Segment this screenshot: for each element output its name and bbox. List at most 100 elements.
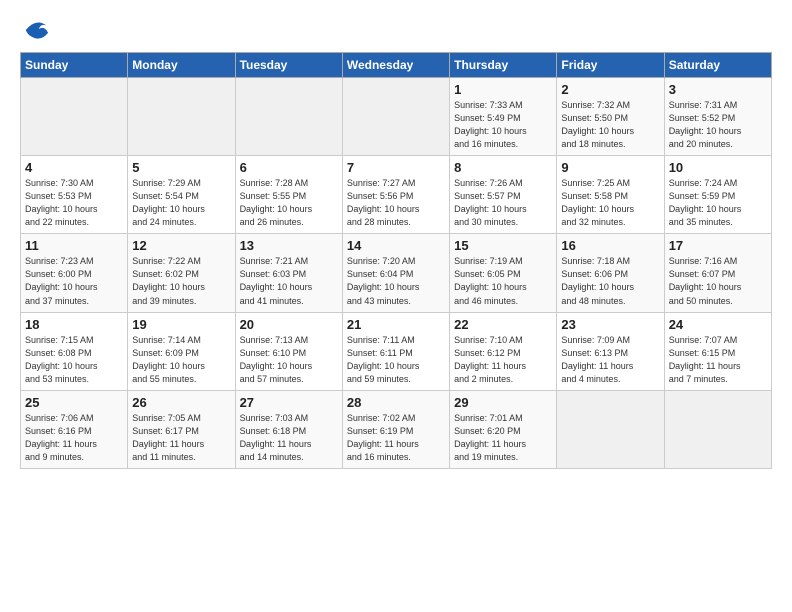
day-cell: 11 Sunrise: 7:23 AM Sunset: 6:00 PM Dayli… <box>21 234 128 312</box>
day-cell: 15 Sunrise: 7:19 AM Sunset: 6:05 PM Dayli… <box>450 234 557 312</box>
day-number: 25 <box>25 395 123 410</box>
day-cell: 23 Sunrise: 7:09 AM Sunset: 6:13 PM Dayli… <box>557 312 664 390</box>
day-cell <box>21 78 128 156</box>
day-info: Sunrise: 7:07 AM Sunset: 6:15 PM Dayligh… <box>669 334 767 386</box>
day-cell: 10Sunrise: 7:24 AM Sunset: 5:59 PM Dayli… <box>664 156 771 234</box>
calendar-header-row: SundayMondayTuesdayWednesdayThursdayFrid… <box>21 53 772 78</box>
calendar-table: SundayMondayTuesdayWednesdayThursdayFrid… <box>20 52 772 469</box>
day-info: Sunrise: 7:19 AM Sunset: 6:05 PM Dayligh… <box>454 255 552 307</box>
day-cell: 1 Sunrise: 7:33 AM Sunset: 5:49 PM Daylig… <box>450 78 557 156</box>
day-number: 10 <box>669 160 767 175</box>
col-header-sunday: Sunday <box>21 53 128 78</box>
day-number: 11 <box>25 238 123 253</box>
day-cell: 2 Sunrise: 7:32 AM Sunset: 5:50 PM Daylig… <box>557 78 664 156</box>
day-info: Sunrise: 7:29 AM Sunset: 5:54 PM Dayligh… <box>132 177 230 229</box>
col-header-friday: Friday <box>557 53 664 78</box>
day-number: 8 <box>454 160 552 175</box>
week-row-5: 25Sunrise: 7:06 AM Sunset: 6:16 PM Dayli… <box>21 390 772 468</box>
day-cell: 17Sunrise: 7:16 AM Sunset: 6:07 PM Dayli… <box>664 234 771 312</box>
calendar-container: SundayMondayTuesdayWednesdayThursdayFrid… <box>0 0 792 479</box>
day-info: Sunrise: 7:13 AM Sunset: 6:10 PM Dayligh… <box>240 334 338 386</box>
day-info: Sunrise: 7:27 AM Sunset: 5:56 PM Dayligh… <box>347 177 445 229</box>
col-header-monday: Monday <box>128 53 235 78</box>
day-cell: 26 Sunrise: 7:05 AM Sunset: 6:17 PM Dayli… <box>128 390 235 468</box>
day-number: 21 <box>347 317 445 332</box>
day-number: 26 <box>132 395 230 410</box>
day-info: Sunrise: 7:31 AM Sunset: 5:52 PM Dayligh… <box>669 99 767 151</box>
day-info: Sunrise: 7:33 AM Sunset: 5:49 PM Dayligh… <box>454 99 552 151</box>
day-number: 23 <box>561 317 659 332</box>
day-number: 24 <box>669 317 767 332</box>
day-cell <box>664 390 771 468</box>
day-cell: 22Sunrise: 7:10 AM Sunset: 6:12 PM Dayli… <box>450 312 557 390</box>
day-info: Sunrise: 7:32 AM Sunset: 5:50 PM Dayligh… <box>561 99 659 151</box>
day-cell: 7 Sunrise: 7:27 AM Sunset: 5:56 PM Daylig… <box>342 156 449 234</box>
day-cell <box>342 78 449 156</box>
day-info: Sunrise: 7:16 AM Sunset: 6:07 PM Dayligh… <box>669 255 767 307</box>
day-number: 3 <box>669 82 767 97</box>
day-cell: 5 Sunrise: 7:29 AM Sunset: 5:54 PM Daylig… <box>128 156 235 234</box>
day-info: Sunrise: 7:26 AM Sunset: 5:57 PM Dayligh… <box>454 177 552 229</box>
day-info: Sunrise: 7:02 AM Sunset: 6:19 PM Dayligh… <box>347 412 445 464</box>
header <box>20 16 772 44</box>
day-info: Sunrise: 7:20 AM Sunset: 6:04 PM Dayligh… <box>347 255 445 307</box>
day-cell: 3 Sunrise: 7:31 AM Sunset: 5:52 PM Daylig… <box>664 78 771 156</box>
day-number: 7 <box>347 160 445 175</box>
day-cell: 28 Sunrise: 7:02 AM Sunset: 6:19 PM Dayli… <box>342 390 449 468</box>
day-number: 19 <box>132 317 230 332</box>
day-info: Sunrise: 7:10 AM Sunset: 6:12 PM Dayligh… <box>454 334 552 386</box>
day-number: 6 <box>240 160 338 175</box>
day-cell: 24 Sunrise: 7:07 AM Sunset: 6:15 PM Dayli… <box>664 312 771 390</box>
day-cell: 19 Sunrise: 7:14 AM Sunset: 6:09 PM Dayli… <box>128 312 235 390</box>
day-info: Sunrise: 7:30 AM Sunset: 5:53 PM Dayligh… <box>25 177 123 229</box>
col-header-tuesday: Tuesday <box>235 53 342 78</box>
week-row-3: 11 Sunrise: 7:23 AM Sunset: 6:00 PM Dayli… <box>21 234 772 312</box>
day-cell: 16Sunrise: 7:18 AM Sunset: 6:06 PM Dayli… <box>557 234 664 312</box>
day-cell: 20 Sunrise: 7:13 AM Sunset: 6:10 PM Dayli… <box>235 312 342 390</box>
day-info: Sunrise: 7:25 AM Sunset: 5:58 PM Dayligh… <box>561 177 659 229</box>
day-number: 29 <box>454 395 552 410</box>
day-info: Sunrise: 7:11 AM Sunset: 6:11 PM Dayligh… <box>347 334 445 386</box>
day-info: Sunrise: 7:28 AM Sunset: 5:55 PM Dayligh… <box>240 177 338 229</box>
day-number: 16 <box>561 238 659 253</box>
logo-icon <box>22 16 50 44</box>
logo <box>20 16 50 44</box>
week-row-2: 4Sunrise: 7:30 AM Sunset: 5:53 PM Daylig… <box>21 156 772 234</box>
day-cell: 29 Sunrise: 7:01 AM Sunset: 6:20 PM Dayli… <box>450 390 557 468</box>
day-number: 15 <box>454 238 552 253</box>
day-cell <box>128 78 235 156</box>
day-number: 27 <box>240 395 338 410</box>
day-info: Sunrise: 7:21 AM Sunset: 6:03 PM Dayligh… <box>240 255 338 307</box>
day-info: Sunrise: 7:14 AM Sunset: 6:09 PM Dayligh… <box>132 334 230 386</box>
day-cell <box>557 390 664 468</box>
calendar-body: 1 Sunrise: 7:33 AM Sunset: 5:49 PM Daylig… <box>21 78 772 469</box>
day-cell: 25Sunrise: 7:06 AM Sunset: 6:16 PM Dayli… <box>21 390 128 468</box>
day-info: Sunrise: 7:23 AM Sunset: 6:00 PM Dayligh… <box>25 255 123 307</box>
day-number: 28 <box>347 395 445 410</box>
day-info: Sunrise: 7:15 AM Sunset: 6:08 PM Dayligh… <box>25 334 123 386</box>
day-cell: 4Sunrise: 7:30 AM Sunset: 5:53 PM Daylig… <box>21 156 128 234</box>
day-cell: 9 Sunrise: 7:25 AM Sunset: 5:58 PM Daylig… <box>557 156 664 234</box>
day-cell: 8 Sunrise: 7:26 AM Sunset: 5:57 PM Daylig… <box>450 156 557 234</box>
week-row-1: 1 Sunrise: 7:33 AM Sunset: 5:49 PM Daylig… <box>21 78 772 156</box>
day-info: Sunrise: 7:22 AM Sunset: 6:02 PM Dayligh… <box>132 255 230 307</box>
day-number: 20 <box>240 317 338 332</box>
day-number: 2 <box>561 82 659 97</box>
day-info: Sunrise: 7:05 AM Sunset: 6:17 PM Dayligh… <box>132 412 230 464</box>
day-cell: 27Sunrise: 7:03 AM Sunset: 6:18 PM Dayli… <box>235 390 342 468</box>
col-header-saturday: Saturday <box>664 53 771 78</box>
day-number: 13 <box>240 238 338 253</box>
day-cell <box>235 78 342 156</box>
day-info: Sunrise: 7:01 AM Sunset: 6:20 PM Dayligh… <box>454 412 552 464</box>
day-cell: 6 Sunrise: 7:28 AM Sunset: 5:55 PM Daylig… <box>235 156 342 234</box>
day-number: 5 <box>132 160 230 175</box>
day-cell: 21 Sunrise: 7:11 AM Sunset: 6:11 PM Dayli… <box>342 312 449 390</box>
day-number: 1 <box>454 82 552 97</box>
week-row-4: 18 Sunrise: 7:15 AM Sunset: 6:08 PM Dayli… <box>21 312 772 390</box>
day-cell: 12 Sunrise: 7:22 AM Sunset: 6:02 PM Dayli… <box>128 234 235 312</box>
day-info: Sunrise: 7:09 AM Sunset: 6:13 PM Dayligh… <box>561 334 659 386</box>
day-number: 9 <box>561 160 659 175</box>
day-number: 12 <box>132 238 230 253</box>
day-cell: 13 Sunrise: 7:21 AM Sunset: 6:03 PM Dayli… <box>235 234 342 312</box>
day-number: 18 <box>25 317 123 332</box>
